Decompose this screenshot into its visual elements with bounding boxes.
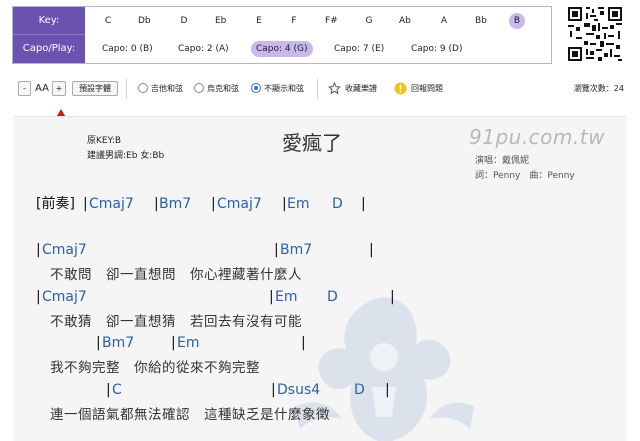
bar-line: | [369, 242, 374, 258]
lyric-line: 不敢猜 卻一直想猜 若回去有沒有可能 [50, 314, 302, 330]
chord: Bm7 [280, 242, 313, 258]
chord: Em [177, 335, 200, 351]
bar-line: | [385, 382, 390, 398]
default-font-button[interactable]: 預設字體 [72, 81, 118, 96]
capo-label: Capo/Play: [13, 35, 85, 63]
chord: Cmaj7 [89, 196, 134, 212]
chord: D [327, 289, 338, 305]
view-count: 瀏覽次數：24 [573, 84, 624, 93]
chord: Dsus4 [277, 382, 321, 398]
chord-line: | C | Dsus4 D | [14, 379, 626, 401]
star-icon[interactable] [328, 82, 341, 95]
key-option-selected[interactable]: B [509, 13, 525, 29]
bar-line: | [106, 382, 111, 398]
guitar-chords-label[interactable]: 吉他和弦 [151, 81, 183, 96]
chord-line: | Cmaj7 | Em D | [14, 286, 626, 308]
chord: D [332, 196, 343, 212]
bar-line: | [282, 196, 287, 212]
chord: Bm7 [102, 335, 135, 351]
font-increase-button[interactable]: + [52, 81, 66, 96]
capo-row: Capo/Play: Capo: 0 (B) Capo: 2 (A) Capo:… [13, 35, 553, 63]
bar-line: | [211, 196, 216, 212]
chord: Cmaj7 [42, 289, 87, 305]
chord: C [112, 382, 122, 398]
chord-sheet: 原KEY:B 建議男調:Eb 女:Bb 愛瘋了 91pu.com.tw 演唱：戴… [14, 116, 626, 441]
chord: Em [287, 196, 310, 212]
key-label: Key: [13, 7, 85, 35]
font-decrease-button[interactable]: - [18, 81, 31, 96]
capo-option[interactable]: Capo: 0 (B) [97, 41, 158, 57]
chord-line: | Cmaj7 | Bm7 | [14, 239, 626, 261]
lyric-line: 我不夠完整 你給的從來不夠完整 [50, 360, 260, 376]
intro-label: [前奏] [36, 196, 75, 212]
key-row: Key: C Db D Eb E F F# G Ab A Bb B [13, 7, 553, 35]
bar-line: | [361, 196, 366, 212]
intro-line: [前奏] | Cmaj7 | Bm7 | Cmaj7 | Em D | [14, 193, 626, 215]
bar-line: | [301, 335, 306, 351]
toolbar: - AA + 預設字體 吉他和弦 烏克和弦 不顯示和弦 收藏樂譜 回報問題 瀏覽… [12, 78, 624, 100]
chord: D [354, 382, 365, 398]
font-size-label: AA [35, 83, 49, 94]
bar-line: | [36, 242, 41, 258]
divider [317, 79, 318, 99]
bar-line: | [171, 335, 176, 351]
bar-line: | [390, 289, 395, 305]
favorite-link[interactable]: 收藏樂譜 [345, 81, 377, 96]
chord-line: | Bm7 | Em | [14, 332, 626, 354]
key-option[interactable]: Ab [396, 13, 414, 29]
report-issue-link[interactable]: 回報問題 [411, 81, 443, 96]
qr-code-icon [566, 5, 624, 63]
key-capo-panel: Key: C Db D Eb E F F# G Ab A Bb B Capo/P… [12, 6, 552, 64]
capo-option[interactable]: Capo: 9 (D) [406, 41, 467, 57]
bar-line: | [271, 382, 276, 398]
bar-line: | [274, 242, 279, 258]
key-option[interactable]: D [176, 13, 192, 29]
chord: Em [275, 289, 298, 305]
chord: Cmaj7 [42, 242, 87, 258]
warning-icon[interactable] [394, 82, 407, 95]
lyric-line: 不敢問 卻一直想問 你心裡藏著什麼人 [50, 267, 302, 283]
bar-line: | [154, 196, 159, 212]
ukulele-chords-radio[interactable] [194, 83, 204, 93]
key-option[interactable]: F# [322, 13, 341, 29]
hide-chords-radio[interactable] [251, 83, 261, 93]
writer-credit: 詞：Penny 曲：Penny [475, 171, 575, 181]
capo-option-selected[interactable]: Capo: 4 (G) [251, 41, 313, 57]
capo-option[interactable]: Capo: 2 (A) [173, 41, 234, 57]
chord: Bm7 [159, 196, 192, 212]
key-option[interactable]: Eb [212, 13, 229, 29]
key-option[interactable]: G [361, 13, 377, 29]
site-logo: 91pu.com.tw [469, 125, 605, 149]
key-option[interactable]: C [100, 13, 116, 29]
key-option[interactable]: Bb [472, 13, 490, 29]
key-option[interactable]: A [436, 13, 452, 29]
bar-line: | [83, 196, 88, 212]
ukulele-chords-label[interactable]: 烏克和弦 [207, 81, 239, 96]
original-key: 原KEY:B [87, 136, 122, 146]
lyric-line: 連一個語氣都無法確認 這種缺乏是什麼象徵 [50, 407, 330, 423]
divider [126, 79, 127, 99]
hide-chords-label[interactable]: 不顯示和弦 [264, 81, 304, 96]
bar-line: | [269, 289, 274, 305]
bar-line: | [96, 335, 101, 351]
guitar-chords-radio[interactable] [138, 83, 148, 93]
suggested-key: 建議男調:Eb 女:Bb [87, 151, 165, 161]
singer-credit: 演唱：戴佩妮 [475, 156, 530, 166]
capo-option[interactable]: Capo: 7 (E) [329, 41, 389, 57]
key-option[interactable]: Db [135, 13, 154, 29]
chord: Cmaj7 [217, 196, 262, 212]
bar-line: | [36, 289, 41, 305]
song-title: 愛瘋了 [282, 131, 342, 155]
key-option[interactable]: E [251, 13, 267, 29]
key-option[interactable]: F [286, 13, 302, 29]
